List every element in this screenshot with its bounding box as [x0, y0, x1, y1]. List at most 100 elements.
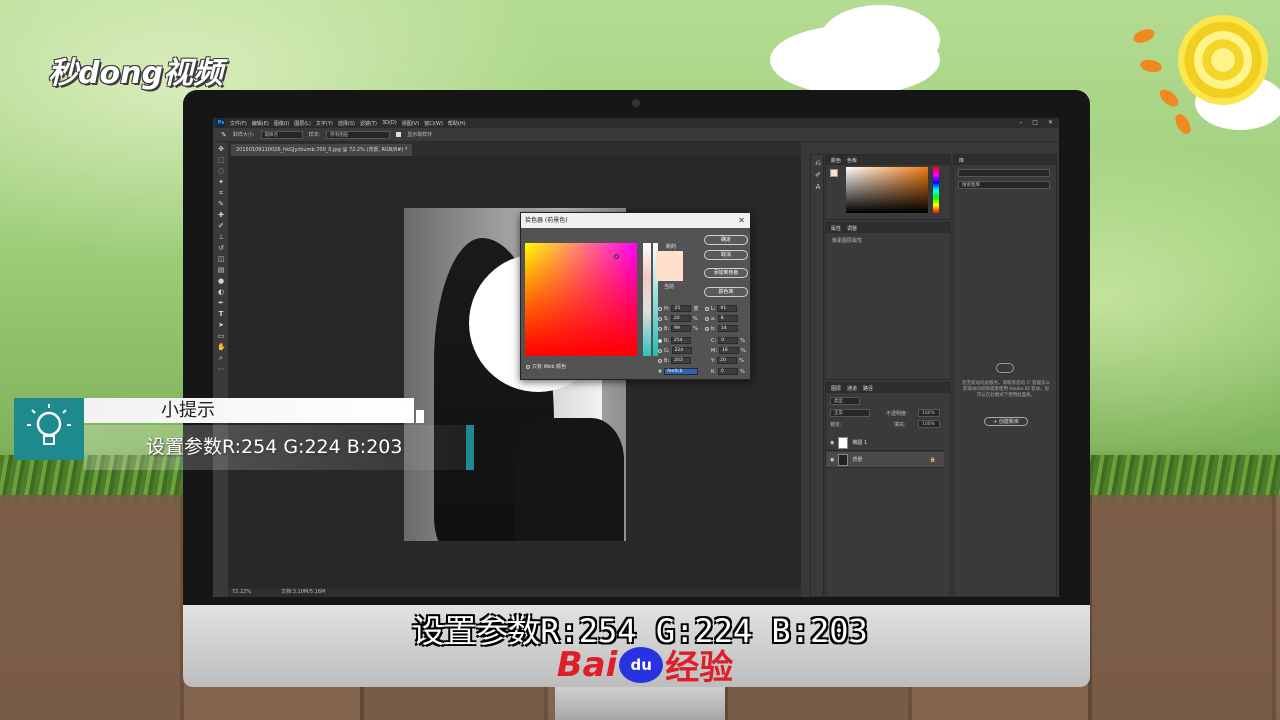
radio-a[interactable]: [705, 316, 709, 321]
close-icon[interactable]: ✕: [738, 213, 745, 228]
m-field: M: 18 %: [711, 347, 746, 354]
brush-panel-icon[interactable]: ✐: [814, 171, 822, 179]
menu-layer[interactable]: 图层(L): [294, 120, 311, 127]
tab-color[interactable]: 颜色: [831, 157, 841, 164]
menu-image[interactable]: 图像(I): [274, 120, 289, 127]
g-input[interactable]: 224: [671, 347, 692, 354]
color-libraries-button[interactable]: 颜色库: [704, 287, 748, 297]
dodge-tool-icon[interactable]: ◐: [217, 288, 225, 296]
tab-adjustments[interactable]: 调整: [847, 225, 857, 232]
quick-select-tool-icon[interactable]: ✦: [217, 178, 225, 186]
radio-blue[interactable]: [658, 358, 662, 363]
move-tool-icon[interactable]: ✥: [217, 145, 225, 153]
visibility-eye-icon[interactable]: ◉: [830, 440, 834, 446]
cancel-button[interactable]: 取消: [704, 250, 748, 260]
pen-tool-icon[interactable]: ✒: [217, 299, 225, 307]
menu-file[interactable]: 文件(F): [230, 120, 247, 127]
k-input[interactable]: 0: [717, 368, 738, 375]
m-input[interactable]: 18: [719, 347, 739, 354]
lasso-tool-icon[interactable]: ◌: [217, 167, 225, 175]
h-input[interactable]: 25: [671, 305, 692, 312]
history-brush-icon[interactable]: ↺: [217, 244, 225, 252]
radio-b[interactable]: [658, 326, 662, 331]
blur-tool-icon[interactable]: ●: [217, 277, 225, 285]
menu-edit[interactable]: 编辑(E): [252, 120, 269, 127]
tab-channels[interactable]: 通道: [847, 385, 857, 392]
menu-select[interactable]: 选择(S): [338, 120, 355, 127]
marquee-tool-icon[interactable]: ⬚: [217, 156, 225, 164]
color-marker[interactable]: [614, 254, 619, 259]
hue-slider[interactable]: [643, 243, 651, 356]
create-library-button[interactable]: + 创建新库: [984, 417, 1028, 426]
menu-filter[interactable]: 滤镜(T): [360, 120, 377, 127]
blend-mode-select[interactable]: 正常: [830, 409, 870, 417]
tab-library[interactable]: 库: [959, 157, 964, 164]
path-select-icon[interactable]: ➤: [217, 321, 225, 329]
type-tool-icon[interactable]: T: [217, 310, 225, 318]
layer-row[interactable]: ◉ 椭圆 1: [826, 435, 944, 451]
library-select[interactable]: [958, 169, 1050, 177]
maximize-icon[interactable]: □: [1032, 119, 1038, 126]
saturation-brightness-field[interactable]: [525, 243, 637, 356]
history-panel-icon[interactable]: ⎌: [814, 159, 822, 167]
web-only-checkbox-row: 只有 Web 颜色: [526, 363, 566, 370]
sample-size-select[interactable]: 取样点: [260, 130, 303, 139]
visibility-eye-icon[interactable]: ◉: [830, 457, 834, 463]
shape-tool-icon[interactable]: ▭: [217, 332, 225, 340]
opacity-input[interactable]: 100%: [918, 409, 940, 417]
l-input[interactable]: 91: [717, 305, 738, 312]
radio-r[interactable]: [658, 338, 662, 343]
c-input[interactable]: 0: [718, 337, 739, 344]
radio-l[interactable]: [705, 306, 709, 311]
library-search-input[interactable]: 搜索图库: [958, 181, 1050, 189]
radio-lab-b[interactable]: [705, 326, 709, 331]
layer-kind-select[interactable]: 类型: [830, 397, 860, 405]
fill-input[interactable]: 100%: [918, 420, 940, 428]
radio-g[interactable]: [658, 348, 662, 353]
hex-input[interactable]: fee0cb: [664, 368, 699, 375]
ring-checkbox[interactable]: [396, 132, 402, 137]
blue-input[interactable]: 203: [671, 357, 692, 364]
b-input[interactable]: 99: [671, 325, 692, 332]
menu-window[interactable]: 窗口(W): [424, 120, 443, 127]
tab-paths[interactable]: 路径: [863, 385, 873, 392]
zoom-tool-icon[interactable]: ⌕: [217, 354, 225, 362]
character-panel-icon[interactable]: A: [814, 183, 822, 191]
gradient-tool-icon[interactable]: ▤: [217, 266, 225, 274]
minimize-icon[interactable]: –: [1019, 119, 1022, 126]
brush-tool-icon[interactable]: ✐: [217, 222, 225, 230]
menu-view[interactable]: 视图(V): [402, 120, 419, 127]
menu-type[interactable]: 文字(Y): [316, 120, 333, 127]
sample-select[interactable]: 所有图层: [326, 130, 391, 139]
tab-layers[interactable]: 图层: [831, 385, 841, 392]
lab-b-input[interactable]: 14: [717, 325, 738, 332]
document-tab[interactable]: 20150109110026_hkGJy.thumb.700_0.jpg @ 7…: [231, 144, 413, 156]
close-icon[interactable]: ✕: [1048, 119, 1053, 126]
hue-strip[interactable]: [933, 167, 939, 213]
add-to-swatches-button[interactable]: 添加到色板: [704, 268, 748, 278]
tab-swatches[interactable]: 色板: [847, 157, 857, 164]
radio-s[interactable]: [658, 316, 662, 321]
eraser-tool-icon[interactable]: ◫: [217, 255, 225, 263]
stamp-tool-icon[interactable]: ⊥: [217, 233, 225, 241]
web-only-checkbox[interactable]: [526, 364, 530, 369]
more-tools-icon[interactable]: ⋯: [217, 365, 225, 373]
a-input[interactable]: 8: [717, 315, 738, 322]
color-field[interactable]: [846, 167, 928, 213]
foreground-swatch[interactable]: [830, 169, 838, 177]
healing-tool-icon[interactable]: ✚: [217, 211, 225, 219]
radio-h[interactable]: [658, 306, 662, 311]
eyedropper-icon[interactable]: ✎: [221, 131, 227, 139]
hand-tool-icon[interactable]: ✋: [217, 343, 226, 351]
r-input[interactable]: 254: [671, 337, 692, 344]
camera-icon: [632, 99, 640, 107]
s-input[interactable]: 20: [670, 315, 691, 322]
layer-row[interactable]: ◉ 背景 🔒: [826, 452, 944, 468]
tab-properties[interactable]: 属性: [831, 225, 841, 232]
menu-help[interactable]: 帮助(H): [448, 120, 466, 127]
crop-tool-icon[interactable]: ⌗: [217, 189, 225, 197]
y-input[interactable]: 20: [717, 357, 738, 364]
menu-3d[interactable]: 3D(D): [382, 120, 397, 126]
eyedropper-tool-icon[interactable]: ✎: [217, 200, 225, 208]
ok-button[interactable]: 确定: [704, 235, 748, 245]
